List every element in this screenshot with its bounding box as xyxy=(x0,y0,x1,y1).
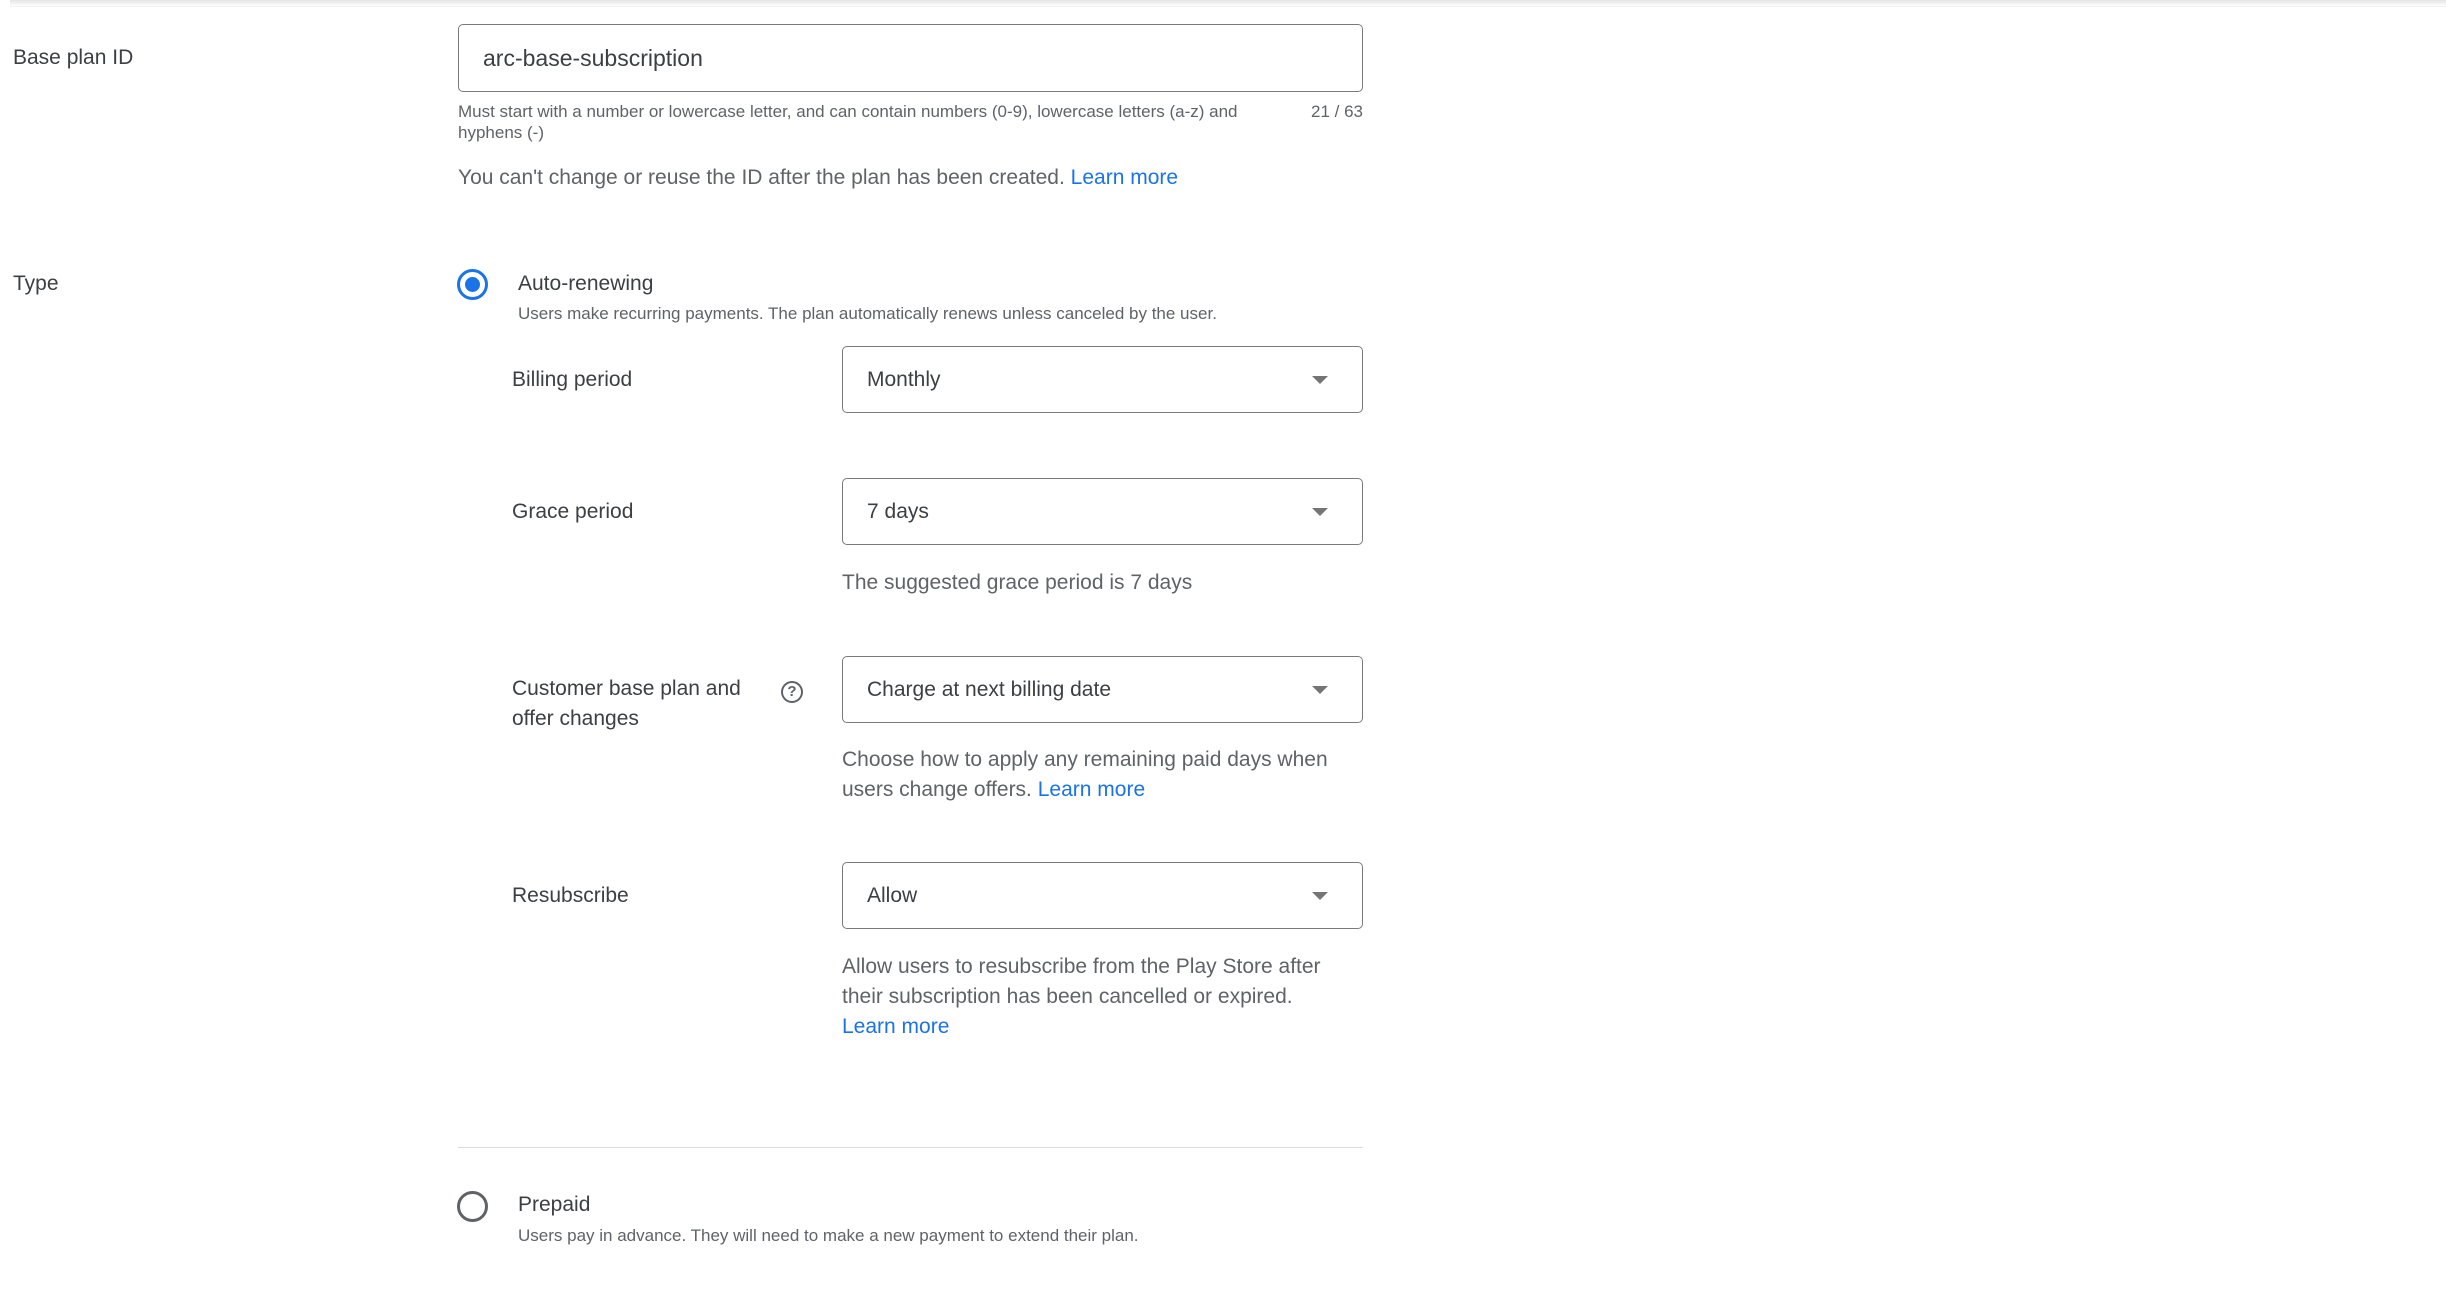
prepaid-radio[interactable] xyxy=(457,1191,488,1222)
resubscribe-value: Allow xyxy=(867,884,918,907)
dropdown-arrow-icon xyxy=(1312,892,1328,900)
help-icon[interactable]: ? xyxy=(781,681,803,703)
grace-period-hint: The suggested grace period is 7 days xyxy=(842,571,1193,594)
auto-renewing-description: Users make recurring payments. The plan … xyxy=(518,304,1217,323)
auto-renewing-label[interactable]: Auto-renewing xyxy=(518,272,653,296)
base-plan-id-helper: Must start with a number or lowercase le… xyxy=(458,102,1238,142)
resubscribe-select[interactable]: Allow xyxy=(842,862,1363,929)
grace-period-label: Grace period xyxy=(512,500,634,523)
learn-more-link[interactable]: Learn more xyxy=(1038,778,1145,801)
plan-changes-hint: Choose how to apply any remaining paid d… xyxy=(842,745,1363,805)
dropdown-arrow-icon xyxy=(1312,686,1328,694)
plan-changes-label: Customer base plan and offer changes xyxy=(512,677,741,730)
character-counter: 21 / 63 xyxy=(1311,102,1363,121)
divider xyxy=(458,1147,1363,1148)
base-plan-id-note: You can't change or reuse the ID after t… xyxy=(458,163,1178,193)
plan-changes-select[interactable]: Charge at next billing date xyxy=(842,656,1363,723)
billing-period-value: Monthly xyxy=(867,368,941,391)
learn-more-link[interactable]: Learn more xyxy=(842,1015,949,1038)
prepaid-description: Users pay in advance. They will need to … xyxy=(518,1226,1139,1245)
plan-changes-value: Charge at next billing date xyxy=(867,678,1111,701)
resubscribe-hint-text: Allow users to resubscribe from the Play… xyxy=(842,955,1321,1008)
grace-period-select[interactable]: 7 days xyxy=(842,478,1363,545)
base-plan-id-input[interactable]: arc-base-subscription xyxy=(458,24,1363,92)
prepaid-label[interactable]: Prepaid xyxy=(518,1193,590,1217)
base-plan-id-label: Base plan ID xyxy=(13,46,134,69)
auto-renewing-radio[interactable] xyxy=(457,269,488,300)
dropdown-arrow-icon xyxy=(1312,508,1328,516)
resubscribe-label: Resubscribe xyxy=(512,884,629,907)
learn-more-link[interactable]: Learn more xyxy=(1071,166,1178,189)
grace-period-value: 7 days xyxy=(867,500,929,523)
billing-period-select[interactable]: Monthly xyxy=(842,346,1363,413)
dropdown-arrow-icon xyxy=(1312,376,1328,384)
resubscribe-hint: Allow users to resubscribe from the Play… xyxy=(842,952,1363,1042)
note-text: You can't change or reuse the ID after t… xyxy=(458,166,1065,189)
type-label: Type xyxy=(13,272,59,295)
billing-period-label: Billing period xyxy=(512,368,633,391)
header-shadow xyxy=(10,0,2446,7)
